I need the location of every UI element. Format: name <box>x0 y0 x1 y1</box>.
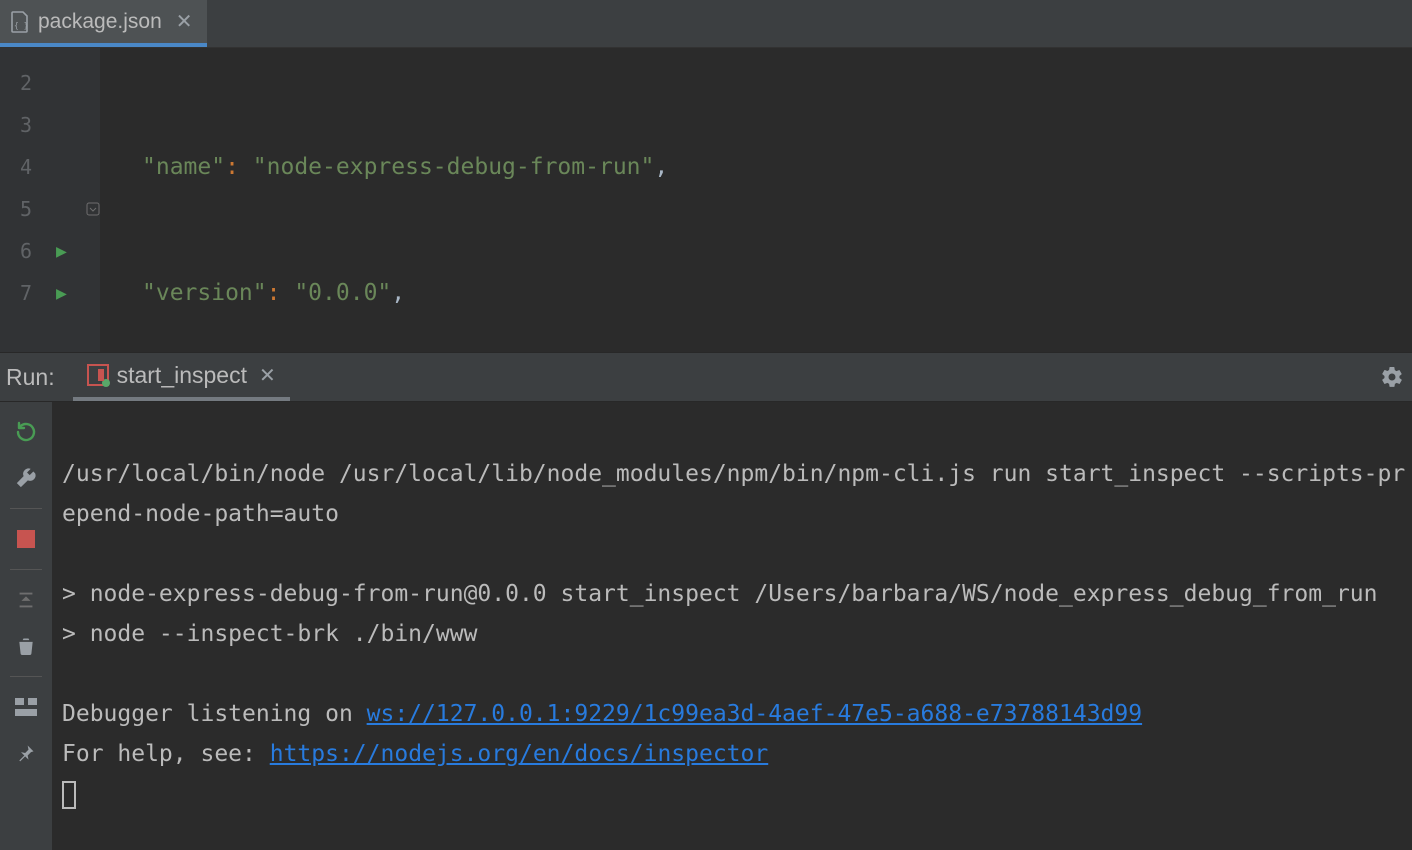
svg-text:{ }: { } <box>14 21 28 30</box>
gutter-edge <box>0 48 8 352</box>
run-tab-label: start_inspect <box>117 362 247 389</box>
stop-button[interactable] <box>6 519 46 559</box>
editor-tab-label: package.json <box>38 10 162 34</box>
close-icon[interactable]: ✕ <box>176 9 193 34</box>
npm-run-icon <box>87 364 109 386</box>
console-line: > node --inspect-brk ./bin/www <box>62 621 477 647</box>
pin-icon[interactable] <box>6 733 46 773</box>
console-line: /usr/local/bin/node /usr/local/lib/node_… <box>62 461 1405 527</box>
line-number: 6 <box>20 239 32 263</box>
trash-icon[interactable] <box>6 626 46 666</box>
console-line: > node-express-debug-from-run@0.0.0 star… <box>62 581 1377 607</box>
editor-tab-package-json[interactable]: { } package.json ✕ <box>0 0 207 47</box>
json-key: "version" <box>142 280 267 306</box>
code-editor[interactable]: 2 3 4 5 6 ▶ 7 ▶ "name": "node-express-de… <box>0 48 1412 352</box>
toolbar-separator <box>10 676 42 677</box>
debugger-ws-link[interactable]: ws://127.0.0.1:9229/1c99ea3d-4aef-47e5-a… <box>367 701 1142 727</box>
scroll-to-end-icon[interactable] <box>6 580 46 620</box>
line-number: 2 <box>20 71 32 95</box>
run-gutter-icon[interactable]: ▶ <box>56 241 67 262</box>
code-area[interactable]: "name": "node-express-debug-from-run", "… <box>100 48 1412 352</box>
json-value: "0.0.0" <box>294 280 391 306</box>
json-key: "name" <box>142 154 225 180</box>
run-gutter-icon[interactable]: ▶ <box>56 283 67 304</box>
console-line: Debugger listening on <box>62 701 367 727</box>
toolbar-separator <box>10 569 42 570</box>
gear-icon[interactable] <box>1380 365 1412 389</box>
run-toolwindow-body: /usr/local/bin/node /usr/local/lib/node_… <box>0 402 1412 850</box>
editor-tabbar: { } package.json ✕ <box>0 0 1412 48</box>
line-gutter: 2 3 4 5 6 ▶ 7 ▶ <box>8 48 100 352</box>
run-tab-start-inspect[interactable]: start_inspect ✕ <box>73 353 290 401</box>
line-number: 4 <box>20 155 32 179</box>
toolbar-separator <box>10 508 42 509</box>
wrench-icon[interactable] <box>6 458 46 498</box>
run-label: Run: <box>0 364 73 391</box>
fold-icon[interactable] <box>86 197 100 221</box>
console-line: For help, see: <box>62 741 270 767</box>
console-cursor <box>62 781 76 809</box>
close-icon[interactable]: ✕ <box>259 363 276 388</box>
run-toolbar <box>0 402 52 850</box>
line-number: 7 <box>20 281 32 305</box>
console-output[interactable]: /usr/local/bin/node /usr/local/lib/node_… <box>52 402 1412 850</box>
layout-icon[interactable] <box>6 687 46 727</box>
rerun-button[interactable] <box>6 412 46 452</box>
json-value: "node-express-debug-from-run" <box>253 154 655 180</box>
json-file-icon: { } <box>10 11 30 33</box>
help-link[interactable]: https://nodejs.org/en/docs/inspector <box>270 741 769 767</box>
line-number: 5 <box>20 197 32 221</box>
run-toolwindow-header: Run: start_inspect ✕ <box>0 352 1412 402</box>
line-number: 3 <box>20 113 32 137</box>
